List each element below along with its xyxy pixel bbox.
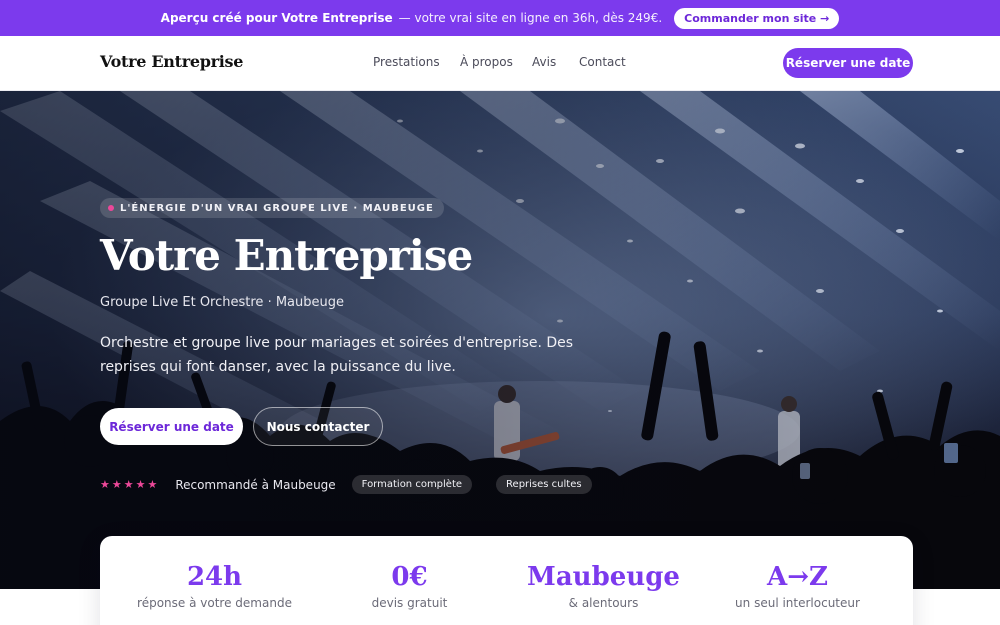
hero-title: Votre Entreprise <box>100 231 473 280</box>
hero-book-button[interactable]: Réserver une date <box>100 408 243 445</box>
trust-row: ★★★★★ Recommandé à Maubeuge Formation co… <box>100 475 592 494</box>
eyebrow-text: L'ÉNERGIE D'UN VRAI GROUPE LIVE · MAUBEU… <box>120 202 434 214</box>
stat-single-contact: A→Z un seul interlocuteur <box>696 562 899 610</box>
promo-highlight: Aperçu créé pour Votre Entreprise <box>160 11 393 25</box>
promo-text: — votre vrai site en ligne en 36h, dès 2… <box>398 11 663 25</box>
stat-label: un seul interlocuteur <box>735 596 860 610</box>
hero-lead: Orchestre et groupe live pour mariages e… <box>100 335 574 375</box>
hero-contact-button[interactable]: Nous contacter <box>253 407 383 446</box>
eyebrow-dot-icon <box>108 205 114 211</box>
stat-value: Maubeuge <box>527 562 680 592</box>
stats-card: 24h réponse à votre demande 0€ devis gra… <box>100 536 913 625</box>
stat-value: 0€ <box>391 562 428 592</box>
nav-link-avis[interactable]: Avis <box>532 55 579 69</box>
hero-section: L'ÉNERGIE D'UN VRAI GROUPE LIVE · MAUBEU… <box>0 91 1000 589</box>
nav-menu: Prestations À propos Avis Contact <box>373 55 626 69</box>
order-site-button[interactable]: Commander mon site → <box>674 7 840 29</box>
navbar: Votre Entreprise Prestations À propos Av… <box>0 36 1000 91</box>
stat-free-quote: 0€ devis gratuit <box>308 562 511 610</box>
nav-link-a-propos[interactable]: À propos <box>460 55 532 69</box>
stat-area: Maubeuge & alentours <box>502 562 705 610</box>
hero-subtitle: Groupe Live Et Orchestre · Maubeuge <box>100 295 344 310</box>
nav-link-prestations[interactable]: Prestations <box>373 55 460 69</box>
hero-eyebrow: L'ÉNERGIE D'UN VRAI GROUPE LIVE · MAUBEU… <box>100 198 444 218</box>
nav-link-contact[interactable]: Contact <box>579 55 626 69</box>
stat-label: réponse à votre demande <box>137 596 292 610</box>
tag-formation-complete: Formation complète <box>351 475 473 494</box>
promo-banner: Aperçu créé pour Votre Entreprise — votr… <box>0 0 1000 36</box>
recommendation-text: Recommandé à Maubeuge <box>175 477 336 492</box>
stat-response-time: 24h réponse à votre demande <box>113 562 316 610</box>
stat-label: devis gratuit <box>371 596 448 610</box>
nav-book-button[interactable]: Réserver une date <box>783 48 913 78</box>
stat-label: & alentours <box>568 596 639 610</box>
brand-logo[interactable]: Votre Entreprise <box>100 52 243 71</box>
stat-value: 24h <box>186 562 243 592</box>
tag-reprises-cultes: Reprises cultes <box>496 475 592 494</box>
stat-value: A→Z <box>767 562 828 592</box>
rating-stars-icon: ★★★★★ <box>100 478 160 491</box>
